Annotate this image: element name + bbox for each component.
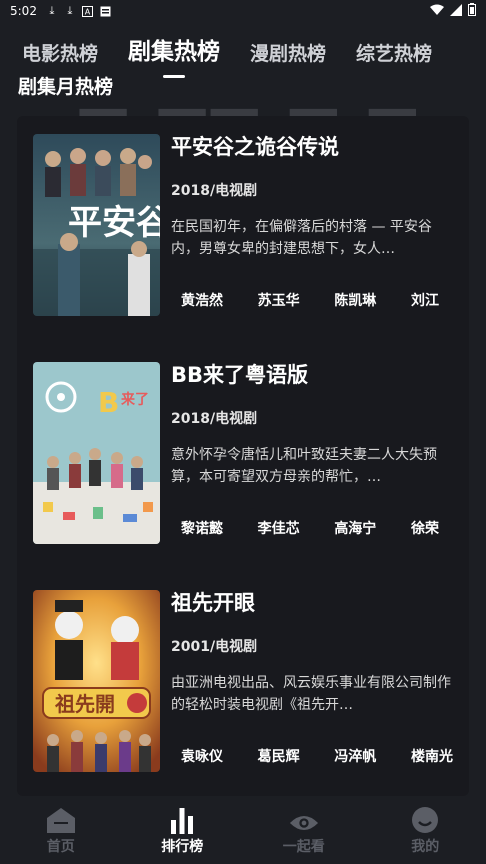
cast-name: 高海宁 — [334, 521, 377, 537]
cast-name: 冯淬帆 — [334, 749, 377, 765]
svg-text:平安谷: 平安谷 — [68, 203, 160, 243]
cast-name: 徐荣 — [410, 521, 439, 537]
poster-image: B 来了 — [33, 362, 160, 544]
category-tabs: 电影热榜 剧集热榜 漫剧热榜 综艺热榜 — [0, 26, 486, 66]
tab-comic-drama[interactable]: 漫剧热榜 — [250, 39, 326, 66]
section-title: 剧集月热榜 — [18, 76, 114, 98]
list-item[interactable]: 祖先開 祖先开眼 2001/电视剧 由亚洲电视出品、风云娱乐事业有限公司制作的轻… — [33, 590, 453, 772]
eye-icon — [289, 804, 319, 834]
signal-icon — [450, 3, 462, 19]
nav-label: 首页 — [46, 839, 75, 855]
nav-home[interactable]: 首页 — [0, 796, 122, 864]
item-info: BB来了粤语版 2018/电视剧 意外怀孕令唐恬儿和叶致廷夫妻二人大失预算，本可… — [171, 362, 461, 488]
nav-ranking[interactable]: 排行榜 — [122, 796, 244, 864]
item-meta: 2001/电视剧 — [171, 639, 258, 655]
tab-variety[interactable]: 综艺热榜 — [356, 39, 432, 66]
app-icon: A — [81, 4, 95, 18]
status-time: 5:02 — [10, 4, 37, 18]
cast-list: 黄浩然 苏玉华 陈凯琳 刘江 — [181, 290, 471, 310]
profile-icon — [410, 804, 440, 834]
download-icon: ⤓ — [49, 4, 55, 17]
poster-image: 平安谷 — [33, 134, 160, 316]
cast-list: 黎诺懿 李佳芯 高海宁 徐荣 — [181, 518, 471, 538]
svg-text:祖先開: 祖先開 — [54, 692, 115, 716]
cast-list: 袁咏仪 葛民辉 冯淬帆 楼南光 — [181, 746, 471, 766]
bottom-nav: 首页 排行榜 一起看 我的 — [0, 796, 486, 864]
nav-label: 一起看 — [282, 839, 325, 855]
wifi-icon — [430, 4, 444, 19]
item-title[interactable]: 祖先开眼 — [171, 590, 461, 616]
cast-name: 楼南光 — [410, 749, 453, 765]
nav-label: 我的 — [411, 839, 440, 855]
nav-label: 排行榜 — [161, 839, 204, 855]
item-info: 祖先开眼 2001/电视剧 由亚洲电视出品、风云娱乐事业有限公司制作的轻松时装电… — [171, 590, 461, 716]
app-icon — [99, 4, 113, 18]
cast-name: 黄浩然 — [181, 293, 223, 309]
battery-icon — [468, 3, 476, 19]
poster-image: 祖先開 — [33, 590, 160, 772]
item-title[interactable]: BB来了粤语版 — [171, 362, 461, 388]
svg-text:来了: 来了 — [120, 392, 149, 408]
item-title[interactable]: 平安谷之诡谷传说 — [171, 134, 461, 160]
cast-name: 刘江 — [410, 293, 439, 309]
item-info: 平安谷之诡谷传说 2018/电视剧 在民国初年，在偏僻落后的村落 — 平安谷内，… — [171, 134, 461, 260]
download-icon: ⤓ — [67, 4, 73, 17]
tab-movie[interactable]: 电影热榜 — [22, 39, 98, 66]
item-meta: 2018/电视剧 — [171, 411, 258, 427]
item-description: 在民国初年，在偏僻落后的村落 — 平安谷内，男尊女卑的封建思想下，女人… — [171, 219, 432, 257]
cast-name: 李佳芯 — [257, 521, 300, 537]
item-description: 由亚洲电视出品、风云娱乐事业有限公司制作的轻松时装电视剧《祖先开… — [171, 675, 451, 713]
nav-watch-together[interactable]: 一起看 — [243, 796, 365, 864]
list-item[interactable]: 平安谷 平安谷之诡谷传说 2018/电视剧 在民国初年，在偏僻落后的村落 — 平… — [33, 134, 453, 316]
cast-name: 苏玉华 — [257, 293, 300, 309]
cast-name: 袁咏仪 — [181, 749, 223, 765]
cast-name: 黎诺懿 — [181, 521, 223, 537]
svg-text:B: B — [98, 386, 119, 419]
cast-name: 陈凯琳 — [334, 293, 377, 309]
cast-name: 葛民辉 — [257, 749, 300, 765]
ranking-icon — [167, 804, 197, 834]
item-description: 意外怀孕令唐恬儿和叶致廷夫妻二人大失预算，本可寄望双方母亲的帮忙，… — [171, 447, 437, 485]
nav-profile[interactable]: 我的 — [365, 796, 486, 864]
ranking-list: 平安谷 平安谷之诡谷传说 2018/电视剧 在民国初年，在偏僻落后的村落 — 平… — [17, 116, 469, 796]
list-item[interactable]: B 来了 BB来了粤语版 2018/电视剧 意外怀孕令唐恬儿和叶致廷夫妻二人大失… — [33, 362, 453, 544]
status-bar: 5:02 ⤓ ⤓ A — [0, 0, 486, 22]
svg-text:A: A — [85, 7, 91, 16]
tab-tv-series[interactable]: 剧集热榜 — [128, 32, 220, 66]
home-icon — [46, 804, 76, 834]
item-meta: 2018/电视剧 — [171, 183, 258, 199]
